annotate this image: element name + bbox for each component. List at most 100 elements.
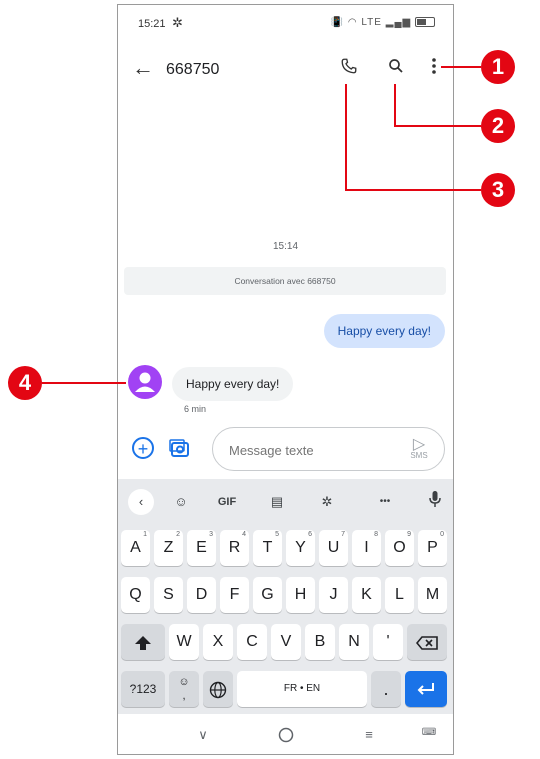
key-z-alt: 2	[176, 531, 180, 538]
key-r-label: R	[228, 539, 241, 556]
key-i[interactable]: 8I	[352, 530, 381, 566]
call-icon[interactable]	[336, 57, 362, 83]
phone-screen: 15:21 ✲ 📳 ◠ LTE ▂▄▆ ← 668750 15:14 Conve…	[117, 4, 454, 755]
add-attachment-icon[interactable]: +	[132, 437, 154, 459]
enter-key[interactable]	[405, 671, 447, 707]
key-e[interactable]: 3E	[187, 530, 216, 566]
search-icon[interactable]	[383, 57, 409, 83]
callout-4-line	[42, 382, 126, 384]
key-u[interactable]: 7U	[319, 530, 348, 566]
key-d[interactable]: D	[187, 577, 216, 613]
callout-1: 1	[481, 50, 515, 84]
key-v[interactable]: V	[271, 624, 301, 660]
nav-home-icon[interactable]	[271, 727, 301, 746]
status-icons: 📳 ◠ LTE ▂▄▆	[331, 17, 435, 28]
compose-bar: + ▷ SMS	[118, 425, 453, 475]
backspace-key[interactable]	[407, 624, 447, 660]
callout-3-line-vertical	[345, 84, 347, 191]
key-n[interactable]: N	[339, 624, 369, 660]
contact-avatar[interactable]	[128, 365, 162, 399]
incoming-message[interactable]: Happy every day!	[172, 367, 294, 401]
callout-2-line-vertical	[394, 84, 396, 126]
globe-icon	[209, 681, 227, 699]
backspace-icon	[415, 636, 438, 650]
key-c[interactable]: C	[237, 624, 267, 660]
message-text-field[interactable]: ▷ SMS	[212, 427, 445, 471]
keyboard-switch-icon[interactable]: ⌨	[414, 727, 444, 738]
key-g[interactable]: G	[253, 577, 282, 613]
key-y-label: Y	[295, 539, 306, 556]
back-arrow-icon[interactable]: ←	[132, 55, 154, 81]
callout-2: 2	[481, 109, 515, 143]
key-f[interactable]: F	[220, 577, 249, 613]
key-b[interactable]: B	[305, 624, 335, 660]
key-a[interactable]: 1A	[121, 530, 150, 566]
status-bar: 15:21 ✲ 📳 ◠ LTE ▂▄▆	[118, 5, 453, 43]
key-o[interactable]: 9O	[385, 530, 414, 566]
callout-3: 3	[481, 173, 515, 207]
keyboard: ‹ ☺ GIF ▤ ✲ ••• 1A 2Z 3E 4R 5T 6Y 7U 8I …	[118, 479, 453, 714]
key-o-label: O	[393, 539, 406, 556]
keyboard-toolbar: ‹ ☺ GIF ▤ ✲ •••	[118, 479, 453, 525]
key-z[interactable]: 2Z	[154, 530, 183, 566]
key-w[interactable]: W	[169, 624, 199, 660]
key-x[interactable]: X	[203, 624, 233, 660]
clipboard-icon[interactable]: ▤	[264, 491, 290, 513]
key-y-alt: 6	[308, 531, 312, 538]
outgoing-message[interactable]: Happy every day!	[323, 314, 445, 348]
gallery-camera-icon[interactable]	[168, 436, 192, 465]
callout-3-line-horizontal	[345, 189, 481, 191]
more-options-icon[interactable]	[421, 57, 447, 83]
key-p[interactable]: 0P	[418, 530, 447, 566]
key-r[interactable]: 4R	[220, 530, 249, 566]
send-sms-label: SMS	[410, 451, 428, 460]
key-j[interactable]: J	[319, 577, 348, 613]
shift-icon	[135, 635, 151, 650]
signal-icon: ▂▄▆	[385, 17, 412, 28]
app-bar: ← 668750	[118, 45, 453, 95]
emoji-comma-key[interactable]: ☺,	[169, 671, 199, 707]
conversation-info: Conversation avec 668750	[124, 267, 446, 295]
incoming-message-time: 6 min	[184, 404, 207, 414]
key-a-alt: 1	[143, 531, 147, 538]
sticker-icon[interactable]: ☺	[168, 491, 194, 513]
status-time: 15:21	[138, 18, 166, 30]
more-tools-button[interactable]: •••	[372, 491, 398, 513]
key-q[interactable]: Q	[121, 577, 150, 613]
wifi-icon: ◠	[347, 17, 358, 28]
key-h[interactable]: H	[286, 577, 315, 613]
key-i-label: I	[364, 539, 369, 556]
vibrate-icon: 📳	[330, 17, 345, 28]
navigation-bar: ∨ ≡ ⌨	[118, 717, 453, 754]
enter-arrow-icon	[417, 683, 434, 695]
key-t[interactable]: 5T	[253, 530, 282, 566]
nav-back-chevron-icon[interactable]: ∨	[188, 727, 218, 743]
key-a-label: A	[130, 539, 141, 556]
key-m[interactable]: M	[418, 577, 447, 613]
emoji-icon: ☺	[178, 676, 190, 688]
key-y[interactable]: 6Y	[286, 530, 315, 566]
key-apostrophe[interactable]: '	[373, 624, 403, 660]
key-p-alt: 0	[440, 531, 444, 538]
microphone-icon[interactable]	[422, 491, 448, 513]
symbols-key[interactable]: ?123	[121, 671, 165, 707]
key-l[interactable]: L	[385, 577, 414, 613]
language-key[interactable]	[203, 671, 233, 707]
space-key[interactable]: FR • EN	[237, 671, 367, 707]
person-icon	[135, 372, 155, 392]
callout-2-line-horizontal	[394, 125, 481, 127]
message-input[interactable]	[227, 439, 401, 461]
keyboard-back-icon[interactable]: ‹	[128, 489, 154, 515]
keyboard-settings-icon[interactable]: ✲	[314, 491, 340, 513]
key-r-alt: 4	[242, 531, 246, 538]
gif-button[interactable]: GIF	[214, 491, 240, 513]
key-o-alt: 9	[407, 531, 411, 538]
shift-key[interactable]	[121, 624, 165, 660]
key-k[interactable]: K	[352, 577, 381, 613]
key-s[interactable]: S	[154, 577, 183, 613]
comma-label: ,	[182, 690, 186, 702]
period-key[interactable]: .	[371, 671, 401, 707]
send-sms-button[interactable]: ▷ SMS	[406, 434, 432, 460]
nav-recents-icon[interactable]: ≡	[354, 727, 384, 742]
key-u-label: U	[327, 539, 340, 556]
